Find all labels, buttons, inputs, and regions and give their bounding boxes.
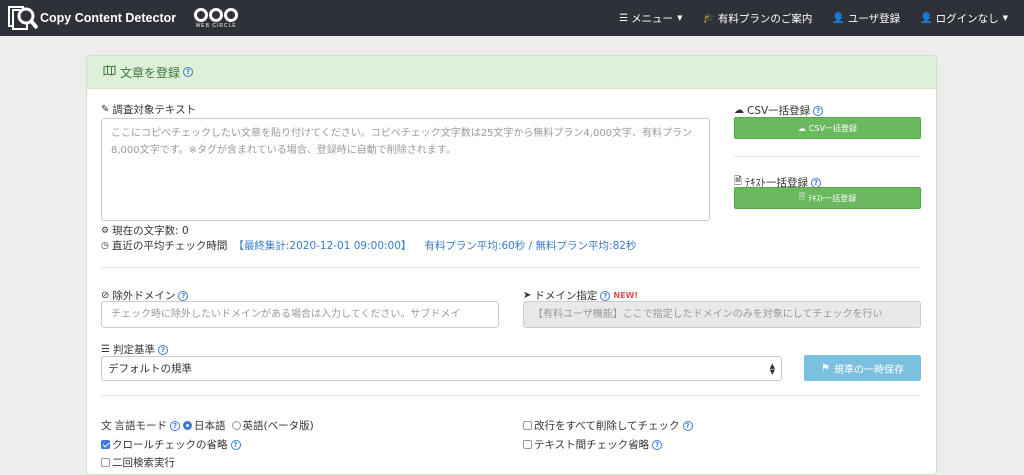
csv-bulk-label: ☁ CSV一括登録 ? xyxy=(734,103,824,118)
nav-login-dropdown[interactable]: 👤 ログインなし ▼ xyxy=(920,11,1008,26)
skip-text-check-option: テキスト間チェック省略 ? xyxy=(523,437,663,452)
lang-ja-radio[interactable] xyxy=(183,421,192,430)
graduation-cap-icon: 🎓 xyxy=(702,12,715,24)
lang-en-label: 英語(ベータ版) xyxy=(242,420,314,432)
web-circle-text: WEB CIRCLE xyxy=(195,22,237,29)
partial-option: 二回検索実行 xyxy=(101,455,175,470)
crawl-skip-checkbox[interactable] xyxy=(101,440,110,449)
magnifier-document-icon xyxy=(6,4,39,32)
text-bulk-button[interactable]: 🗎 ﾃｷｽﾄ一括登録 xyxy=(734,187,921,209)
map-icon xyxy=(103,65,116,79)
partial-checkbox[interactable] xyxy=(101,458,110,467)
nav-user-register[interactable]: 👤 ユーザ登録 xyxy=(832,11,900,26)
clock-icon: ◷ xyxy=(101,240,109,251)
nav-menu-label: メニュー xyxy=(631,12,674,25)
user-icon: 👤 xyxy=(920,12,933,24)
target-text-label: ✎ 調査対象テキスト xyxy=(101,102,196,117)
skip-text-check-checkbox[interactable] xyxy=(523,440,532,449)
plan-average-text: 有料プラン平均:60秒 / 無料プラン平均:82秒 xyxy=(424,240,637,252)
help-icon[interactable]: ? xyxy=(230,439,241,450)
char-count: ⚙ 現在の文字数: 0 xyxy=(101,223,189,238)
divider xyxy=(734,156,921,157)
help-icon[interactable]: ? xyxy=(157,344,168,355)
partial-label: 二回検索実行 xyxy=(112,457,175,469)
skip-text-check-label: テキスト間チェック省略 xyxy=(534,439,650,451)
csv-bulk-label-text: CSV一括登録 xyxy=(747,105,811,117)
panel-header: 文章を登録 ? xyxy=(87,56,936,89)
divider xyxy=(101,395,921,396)
cloud-upload-icon: ☁ xyxy=(734,105,744,116)
ban-icon: ⊘ xyxy=(101,290,110,301)
language-mode: 文 言語モード ? 日本語 英語(ベータ版) xyxy=(101,418,314,433)
edit-icon: ✎ xyxy=(101,104,110,115)
caret-down-icon: ▼ xyxy=(677,14,683,22)
nav-user-register-label: ユーザ登録 xyxy=(847,12,901,25)
flag-icon: ⚑ xyxy=(821,362,830,374)
criteria-label-text: 判定基準 xyxy=(112,344,155,356)
menu-icon: ☰ xyxy=(619,12,629,24)
help-icon[interactable]: ? xyxy=(178,290,189,301)
exclude-domain-input[interactable] xyxy=(101,301,499,328)
navbar: Copy Content Detector WEB CIRCLE ☰ メニュー … xyxy=(0,0,1024,36)
save-criteria-label: 規準の一時保存 xyxy=(833,364,904,376)
language-mode-label: 言語モード xyxy=(114,420,168,432)
cloud-upload-icon: ☁ xyxy=(797,123,806,133)
panel-title: 文章を登録 xyxy=(120,65,181,80)
help-icon[interactable]: ? xyxy=(813,105,824,116)
save-criteria-button[interactable]: ⚑ 規準の一時保存 xyxy=(804,355,921,381)
help-icon[interactable]: ? xyxy=(682,420,693,431)
lang-ja-label: 日本語 xyxy=(194,420,226,432)
nav-login-label: ログインなし xyxy=(935,12,999,25)
help-icon[interactable]: ? xyxy=(170,420,180,431)
file-text-icon: 🗎 xyxy=(798,192,806,201)
gears-icon: ⚙ xyxy=(101,225,110,236)
avg-check-time: ◷ 直近の平均チェック時間 【最終集計:2020-12-01 09:00:00】… xyxy=(101,238,636,253)
remove-newlines-label: 改行をすべて削除してチェック xyxy=(534,420,680,432)
target-text-label-text: 調査対象テキスト xyxy=(112,104,197,116)
nav-menu: ☰ メニュー ▼ 🎓 有料プランのご案内 👤 ユーザ登録 👤 ログインなし ▼ xyxy=(619,0,1024,36)
user-icon: 👤 xyxy=(832,12,845,24)
divider xyxy=(101,267,921,268)
lang-en-radio[interactable] xyxy=(231,421,241,430)
criteria-selected-value: デフォルトの規準 xyxy=(108,363,192,375)
crawl-skip-label: クロールチェックの省略 xyxy=(112,439,228,451)
remove-newlines-checkbox[interactable] xyxy=(523,421,532,430)
rings-logo-icon xyxy=(194,7,239,22)
domain-specify-input[interactable] xyxy=(523,301,921,328)
last-aggregation-text: 【最終集計:2020-12-01 09:00:00】 xyxy=(233,240,412,252)
help-icon[interactable]: ? xyxy=(652,439,663,450)
nav-paid-plan-label: 有料プランのご案内 xyxy=(717,12,813,25)
database-icon: ☰ xyxy=(101,344,110,355)
web-circle-logo: WEB CIRCLE xyxy=(194,7,239,29)
select-arrows-icon: ▲ ▼ xyxy=(769,361,775,376)
help-icon[interactable]: ? xyxy=(811,177,822,188)
help-icon[interactable]: ? xyxy=(183,67,194,77)
text-bulk-button-label: ﾃｷｽﾄ一括登録 xyxy=(808,193,857,203)
csv-bulk-button[interactable]: ☁ CSV一括登録 xyxy=(734,117,921,139)
language-icon: 文 xyxy=(101,420,112,432)
char-count-text: 現在の文字数: 0 xyxy=(112,225,189,237)
criteria-select[interactable]: デフォルトの規準 ▲ ▼ xyxy=(101,356,782,381)
remove-newlines-option: 改行をすべて削除してチェック ? xyxy=(523,418,693,433)
help-icon[interactable]: ? xyxy=(600,290,611,301)
location-arrow-icon: ➤ xyxy=(523,290,532,301)
new-badge: NEW! xyxy=(613,291,639,300)
avg-time-label: 直近の平均チェック時間 xyxy=(111,240,228,252)
brand-name: Copy Content Detector xyxy=(40,11,177,25)
register-text-panel: 文章を登録 ? ✎ 調査対象テキスト ⚙ 現在の文字数: 0 ◷ 直近の平均チェ… xyxy=(86,55,937,475)
crawl-skip-option: クロールチェックの省略 ? xyxy=(101,437,241,452)
target-text-input[interactable] xyxy=(101,118,710,221)
caret-down-icon: ▼ xyxy=(1002,14,1008,22)
brand-logo[interactable]: Copy Content Detector xyxy=(6,0,176,36)
csv-bulk-button-label: CSV一括登録 xyxy=(808,123,858,133)
nav-menu-dropdown[interactable]: ☰ メニュー ▼ xyxy=(619,11,682,26)
criteria-label: ☰ 判定基準 ? xyxy=(101,342,168,357)
nav-paid-plan[interactable]: 🎓 有料プランのご案内 xyxy=(702,11,812,26)
